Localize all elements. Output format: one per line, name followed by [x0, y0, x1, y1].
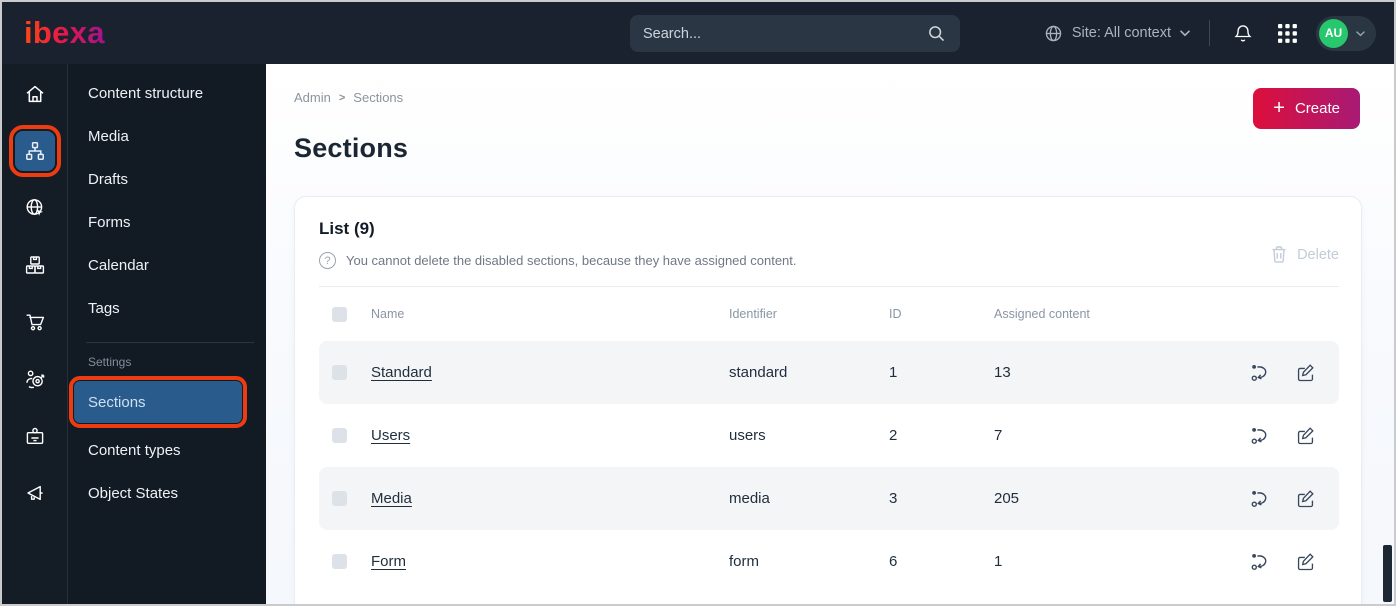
menu-item-tags[interactable]: Tags — [68, 287, 266, 330]
sections-list-card: List (9) ? You cannot delete the disable… — [294, 196, 1362, 604]
breadcrumb-admin[interactable]: Admin — [294, 90, 331, 105]
ibexa-logo: ibexa — [24, 15, 105, 50]
section-id: 1 — [889, 364, 898, 381]
delete-button[interactable]: Delete — [1270, 245, 1339, 264]
list-title: List (9) — [319, 219, 375, 238]
column-assigned: Assigned content — [994, 307, 1090, 321]
menu-item-media[interactable]: Media — [68, 115, 266, 158]
section-id: 3 — [889, 490, 898, 507]
section-id: 6 — [889, 553, 898, 570]
edit-icon[interactable] — [1295, 426, 1315, 446]
assign-content-icon[interactable] — [1249, 363, 1269, 383]
content-structure-icon — [25, 142, 44, 160]
page-title: Sections — [294, 133, 409, 163]
section-name-link[interactable]: Form — [371, 553, 729, 570]
section-identifier: media — [729, 490, 770, 507]
sidebar-item-marketing[interactable] — [15, 473, 55, 513]
breadcrumb-separator: > — [338, 91, 346, 104]
icon-sidebar — [2, 64, 68, 604]
section-name-link[interactable]: Standard — [371, 364, 729, 381]
user-menu[interactable]: AU — [1316, 15, 1376, 51]
main-content: Admin > Sections + Create Sections List … — [266, 64, 1394, 604]
sidebar-item-content[interactable] — [8, 125, 61, 177]
row-checkbox[interactable] — [332, 365, 347, 380]
commerce-cart-icon — [26, 314, 44, 331]
menu-section-settings: Settings — [88, 355, 132, 369]
sidebar-item-commerce[interactable] — [15, 302, 55, 342]
card-divider — [319, 286, 1339, 287]
section-name-link[interactable]: Users — [371, 427, 729, 444]
personalization-target-icon — [25, 370, 44, 389]
section-identifier: standard — [729, 364, 788, 381]
plus-icon: + — [1273, 96, 1285, 119]
section-assigned-count: 1 — [994, 553, 1003, 570]
menu-item-calendar[interactable]: Calendar — [68, 244, 266, 287]
top-bar: ibexa Site: All context — [2, 2, 1394, 64]
assign-content-icon[interactable] — [1249, 489, 1269, 509]
section-identifier: form — [729, 553, 759, 570]
section-assigned-count: 205 — [994, 490, 1020, 507]
list-note: ? You cannot delete the disabled section… — [319, 252, 1339, 269]
topbar-divider — [1209, 20, 1210, 46]
edit-icon[interactable] — [1295, 489, 1315, 509]
globe-icon — [1043, 23, 1064, 44]
topbar-controls: Site: All context AU — [1043, 2, 1376, 64]
product-boxes-icon — [25, 256, 44, 274]
trash-icon — [1272, 246, 1286, 263]
chevron-down-icon — [1356, 30, 1365, 36]
search-input[interactable] — [643, 25, 925, 42]
edit-icon[interactable] — [1295, 552, 1315, 572]
site-context-selector[interactable]: Site: All context — [1043, 23, 1191, 44]
menu-sidebar: Content structure Media Drafts Forms Cal… — [68, 64, 266, 604]
sidebar-item-products[interactable] — [15, 245, 55, 285]
row-checkbox[interactable] — [332, 554, 347, 569]
menu-item-sections[interactable]: Sections — [69, 376, 247, 428]
scrollbar-thumb[interactable] — [1383, 545, 1392, 602]
marketing-megaphone-icon — [26, 485, 43, 501]
global-search[interactable] — [630, 15, 960, 52]
site-globe-icon — [25, 199, 43, 216]
section-assigned-count: 13 — [994, 364, 1011, 381]
edit-icon[interactable] — [1295, 363, 1315, 383]
menu-item-content-types[interactable]: Content types — [68, 429, 266, 472]
chevron-down-icon — [1179, 30, 1191, 37]
column-id: ID — [889, 307, 902, 321]
column-identifier: Identifier — [729, 307, 777, 321]
sidebar-item-dashboard[interactable] — [15, 74, 55, 114]
table-header: Name Identifier ID Assigned content — [319, 287, 1339, 341]
assign-content-icon[interactable] — [1249, 426, 1269, 446]
sidebar-item-site[interactable] — [15, 188, 55, 228]
menu-item-content-structure[interactable]: Content structure — [68, 72, 266, 115]
breadcrumb-sections: Sections — [353, 90, 404, 105]
row-checkbox[interactable] — [332, 491, 347, 506]
section-assigned-count: 7 — [994, 427, 1003, 444]
section-identifier: users — [729, 427, 766, 444]
table-row: Media media 3 205 — [319, 467, 1339, 530]
select-all-checkbox[interactable] — [332, 306, 347, 322]
table-row: Users users 2 7 — [319, 404, 1339, 467]
site-context-label: Site: All context — [1071, 25, 1171, 41]
assign-content-icon[interactable] — [1249, 552, 1269, 572]
home-icon — [26, 85, 43, 103]
section-name-link[interactable]: Media — [371, 490, 729, 507]
menu-item-forms[interactable]: Forms — [68, 201, 266, 244]
section-id: 2 — [889, 427, 898, 444]
create-button[interactable]: + Create — [1253, 88, 1360, 129]
menu-item-object-states[interactable]: Object States — [68, 472, 266, 515]
app-grid-icon[interactable] — [1272, 18, 1302, 48]
row-checkbox[interactable] — [332, 428, 347, 443]
table-row: Form form 6 1 — [319, 530, 1339, 593]
help-icon: ? — [319, 252, 336, 269]
search-icon[interactable] — [925, 23, 947, 45]
table-row: Standard standard 1 13 — [319, 341, 1339, 404]
bell-icon[interactable] — [1228, 18, 1258, 48]
breadcrumb: Admin > Sections — [294, 90, 1394, 105]
admin-badge-icon — [26, 427, 43, 445]
avatar: AU — [1319, 18, 1348, 48]
column-name: Name — [371, 307, 405, 321]
menu-item-drafts[interactable]: Drafts — [68, 158, 266, 201]
sidebar-item-admin[interactable] — [15, 416, 55, 456]
sidebar-item-personalization[interactable] — [15, 359, 55, 399]
